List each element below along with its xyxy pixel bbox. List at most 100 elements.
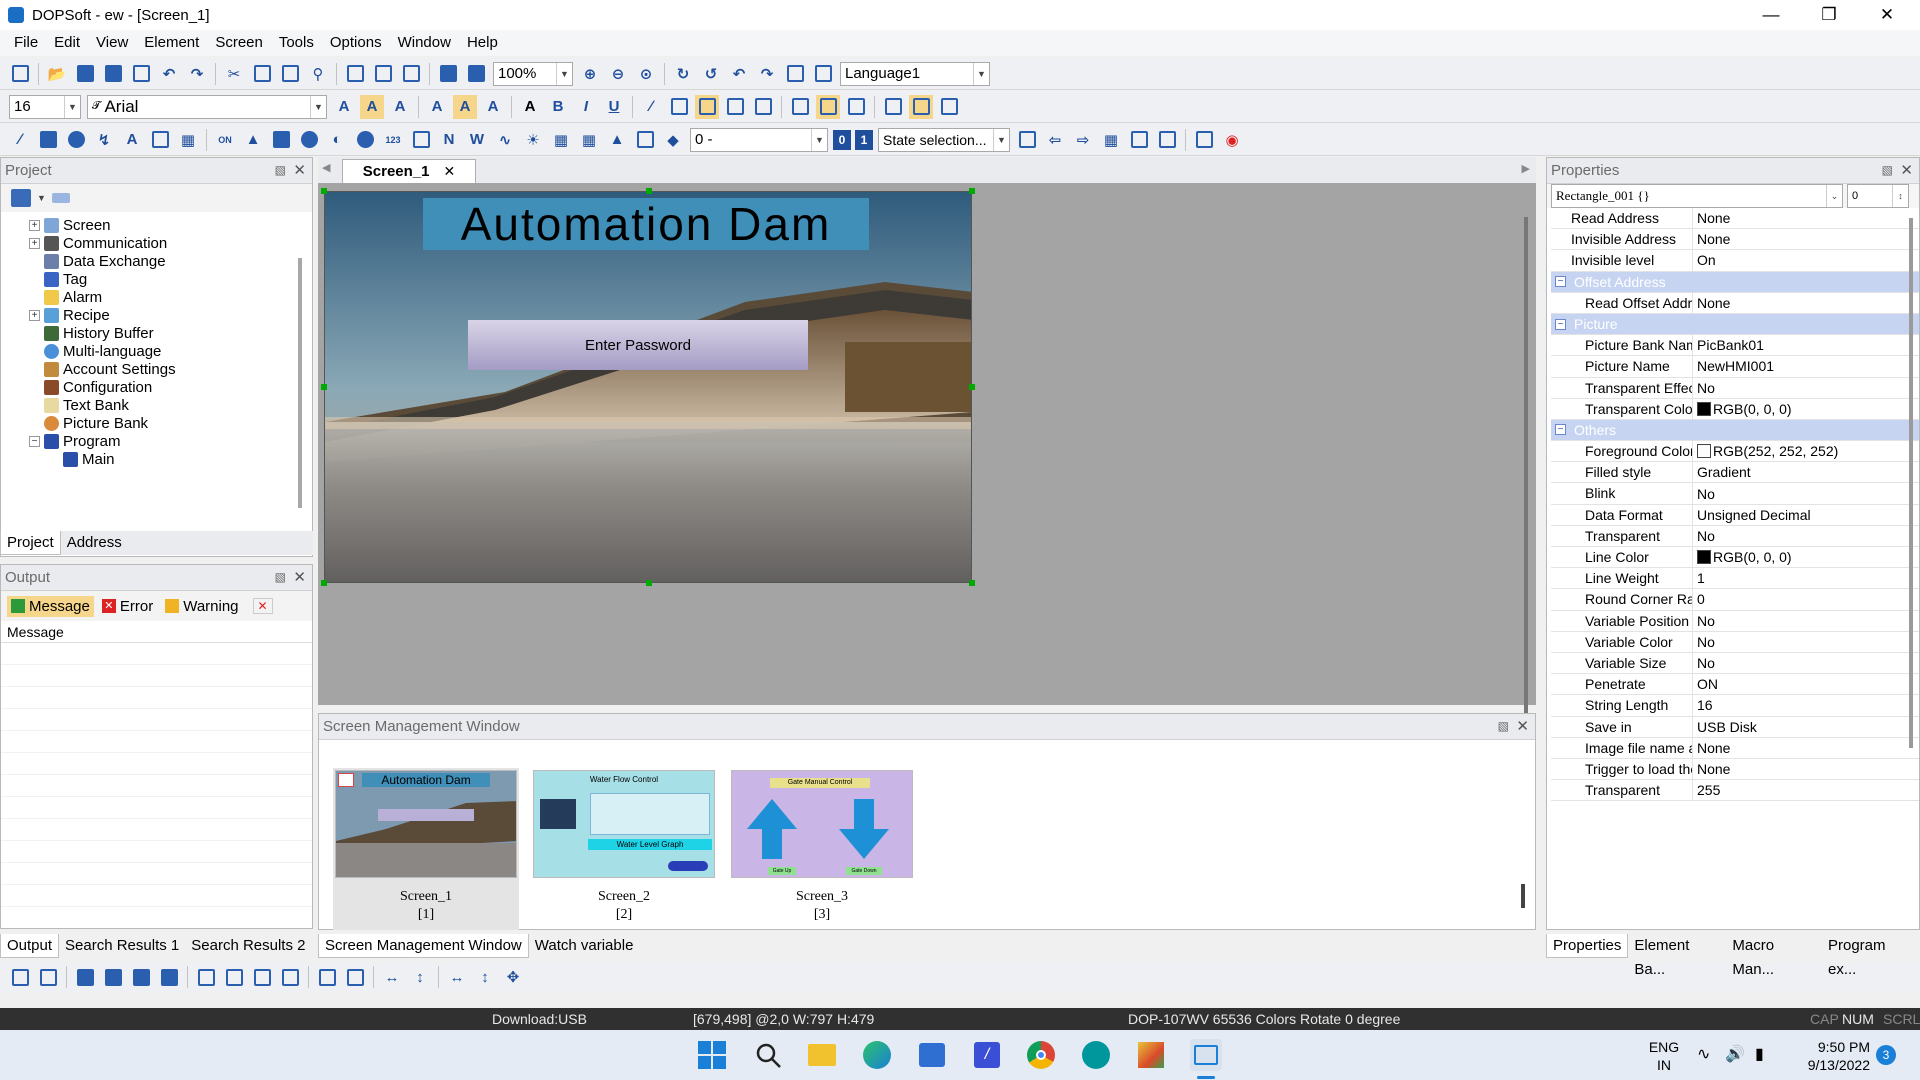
- chrome-icon[interactable]: [1025, 1039, 1057, 1071]
- property-row[interactable]: Save in USB Disk: [1551, 716, 1919, 738]
- rotate-ccw-icon[interactable]: ↺: [699, 62, 723, 86]
- property-value[interactable]: RGB(0, 0, 0): [1693, 399, 1919, 419]
- resize-handle[interactable]: [646, 580, 652, 586]
- state-selection-select[interactable]: State selection... ▼: [878, 127, 1010, 152]
- scroll-left-icon[interactable]: ◀: [322, 161, 330, 174]
- wifi-icon[interactable]: ∿: [1697, 1044, 1710, 1064]
- property-value[interactable]: None: [1693, 759, 1919, 779]
- expand-icon[interactable]: +: [29, 219, 40, 231]
- pipe-tool-icon[interactable]: [297, 128, 321, 152]
- tree-item-history-buffer[interactable]: History Buffer: [7, 324, 312, 342]
- tree-item-account-settings[interactable]: Account Settings: [7, 360, 312, 378]
- property-value[interactable]: RGB(0, 0, 0): [1693, 547, 1919, 567]
- tab-project[interactable]: Project: [0, 531, 61, 555]
- property-value[interactable]: 16: [1693, 695, 1919, 715]
- close-tab-icon[interactable]: ✕: [443, 163, 455, 180]
- property-row[interactable]: Transparent Color RGB(0, 0, 0): [1551, 398, 1919, 420]
- save-all-icon[interactable]: [101, 62, 125, 86]
- undo-icon[interactable]: ↶: [157, 62, 181, 86]
- property-value[interactable]: RGB(252, 252, 252): [1693, 441, 1919, 461]
- close-icon[interactable]: ✕: [1900, 161, 1913, 179]
- property-row[interactable]: Filled style Gradient: [1551, 462, 1919, 484]
- property-value[interactable]: No: [1693, 483, 1919, 503]
- tab-screen-management-window[interactable]: Screen Management Window: [318, 934, 529, 958]
- property-row[interactable]: Trigger to load the imNone: [1551, 758, 1919, 781]
- store-icon[interactable]: [916, 1039, 948, 1071]
- file-explorer-icon[interactable]: [806, 1039, 838, 1071]
- property-group[interactable]: − Others: [1551, 419, 1919, 442]
- state-value-select[interactable]: 0 - ▼: [690, 127, 828, 152]
- hmi-screen[interactable]: Automation Dam Enter Password: [324, 191, 972, 583]
- screen-1-thumbnail[interactable]: Automation Dam: [335, 770, 517, 878]
- resize-handle[interactable]: [321, 580, 327, 586]
- clock[interactable]: 9:50 PM 9/13/2022: [1782, 1038, 1870, 1074]
- grid-snap-icon[interactable]: ▦: [1099, 128, 1123, 152]
- collapse-icon[interactable]: −: [1555, 424, 1566, 436]
- alarm-icon[interactable]: ☀: [521, 128, 545, 152]
- close-button[interactable]: ✕: [1858, 0, 1916, 30]
- clear-icon[interactable]: ✕: [252, 598, 273, 614]
- expand-icon[interactable]: +: [29, 237, 40, 249]
- property-value[interactable]: On: [1693, 250, 1919, 270]
- compile-icon[interactable]: [464, 62, 488, 86]
- tab-screen-1[interactable]: Screen_1 ✕: [342, 159, 476, 183]
- deselect-icon[interactable]: [36, 965, 60, 989]
- same-size-icon[interactable]: [844, 95, 868, 119]
- scale-tool-icon[interactable]: [148, 128, 172, 152]
- text-middle-icon[interactable]: A: [453, 94, 477, 119]
- property-group[interactable]: − Picture: [1551, 313, 1919, 336]
- property-row[interactable]: Read Offset AddressNone: [1551, 292, 1919, 314]
- property-group[interactable]: − Offset Address: [1551, 271, 1919, 293]
- tab-search-results-2[interactable]: Search Results 2: [185, 934, 311, 958]
- font-color-icon[interactable]: A: [518, 95, 542, 119]
- print-preview-icon[interactable]: [129, 62, 153, 86]
- object-selector[interactable]: Rectangle_001 {} ⌄: [1551, 184, 1843, 208]
- pin-icon[interactable]: ▧: [275, 163, 286, 177]
- project-view-icon[interactable]: [11, 189, 31, 207]
- expand-icon[interactable]: +: [29, 309, 40, 321]
- tab-watch-variable[interactable]: Watch variable: [529, 934, 640, 958]
- line-tool-icon[interactable]: ∕: [8, 128, 32, 152]
- menu-help[interactable]: Help: [459, 31, 506, 55]
- same-height-icon[interactable]: ↕: [473, 965, 497, 989]
- screen-2-thumbnail[interactable]: Water Flow Control Water Level Graph: [533, 770, 715, 878]
- send-backward-icon[interactable]: [157, 965, 181, 989]
- circle-tool-icon[interactable]: [64, 128, 88, 152]
- menu-view[interactable]: View: [88, 31, 136, 55]
- group-icon[interactable]: [783, 62, 807, 86]
- collapse-icon[interactable]: −: [29, 435, 40, 447]
- property-value[interactable]: 255: [1693, 780, 1919, 800]
- property-value[interactable]: No: [1693, 653, 1919, 673]
- collapse-icon[interactable]: [51, 193, 70, 203]
- bold-icon[interactable]: B: [546, 95, 570, 119]
- error-filter[interactable]: ✕ Error: [98, 596, 157, 617]
- property-row[interactable]: Transparent Effect No: [1551, 377, 1919, 399]
- numeric-input-icon[interactable]: N: [437, 128, 461, 152]
- zoom-fit-icon[interactable]: ⊙: [634, 62, 658, 86]
- bring-to-front-icon[interactable]: [73, 965, 97, 989]
- grid-tool-icon[interactable]: ▦: [577, 128, 601, 152]
- minimize-button[interactable]: —: [1742, 0, 1800, 30]
- property-value[interactable]: No: [1693, 632, 1919, 652]
- polyline-tool-icon[interactable]: ↯: [92, 128, 116, 152]
- text-center-icon[interactable]: A: [360, 94, 384, 119]
- zoom-in-icon[interactable]: ⊕: [578, 62, 602, 86]
- tab-element-bank[interactable]: Element Ba...: [1628, 934, 1726, 978]
- menu-edit[interactable]: Edit: [46, 31, 88, 55]
- property-value[interactable]: None: [1693, 208, 1919, 228]
- screen-3-thumbnail[interactable]: Gate Manual Control Gate Up Gate Down: [731, 770, 913, 878]
- tree-item-configuration[interactable]: Configuration: [7, 378, 312, 396]
- property-value[interactable]: No: [1693, 611, 1919, 631]
- tree-scrollbar[interactable]: [298, 258, 302, 508]
- pin-icon[interactable]: ▧: [275, 570, 286, 584]
- same-width-icon[interactable]: ↔: [445, 965, 469, 989]
- property-row[interactable]: Foreground Color RGB(252, 252, 252): [1551, 441, 1919, 463]
- property-value[interactable]: None: [1693, 293, 1919, 313]
- tree-item-text-bank[interactable]: Text Bank: [7, 396, 312, 414]
- message-filter[interactable]: Message: [7, 595, 94, 617]
- tab-macro-manager[interactable]: Macro Man...: [1726, 934, 1822, 978]
- property-value[interactable]: No: [1693, 378, 1919, 398]
- arduino-icon[interactable]: [1080, 1039, 1112, 1071]
- zoom-select[interactable]: 100% ▼: [493, 61, 573, 86]
- character-display-icon[interactable]: [409, 128, 433, 152]
